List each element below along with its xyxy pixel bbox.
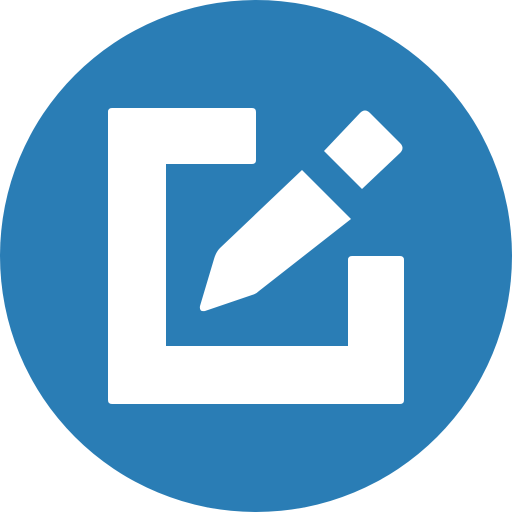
edit-icon-wrapper [0, 0, 512, 512]
edit-icon [0, 0, 512, 512]
